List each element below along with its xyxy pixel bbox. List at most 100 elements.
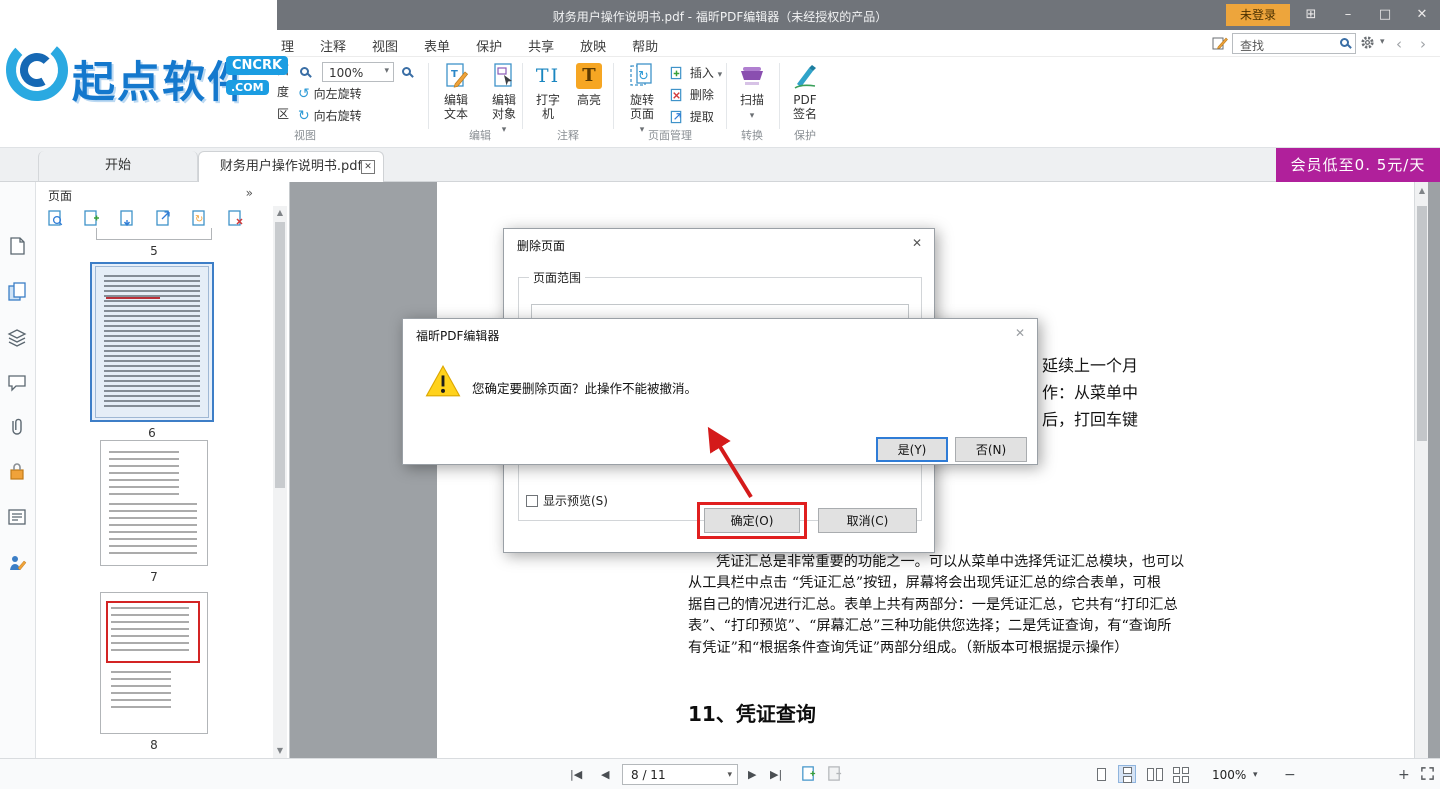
minimize-button[interactable]: – [1333,0,1363,30]
document-scrollbar[interactable]: ▲ [1414,182,1428,758]
extract-pages-button[interactable]: 提取 [670,107,714,127]
maximize-button[interactable]: □ [1370,0,1400,30]
search-input[interactable]: 查找 [1232,33,1356,54]
continuous-view-icon[interactable] [1118,765,1136,783]
foxit-pdf-editor-window: 财务用户操作说明书.pdf - 福昕PDF编辑器（未经授权的产品） 未登录 ⊞ … [0,0,1440,789]
layers-panel-icon[interactable] [7,328,29,350]
scroll-up-icon[interactable]: ▲ [1415,184,1429,198]
last-page-icon[interactable]: ▶| [770,768,782,781]
search-icon[interactable] [1340,38,1349,47]
rotate-left-icon: ↺ [298,86,310,102]
page-thumbnail-6-selected[interactable] [90,262,214,422]
document-scrollbar-thumb[interactable] [1417,206,1427,441]
scroll-down-icon[interactable]: ▼ [273,744,287,758]
fields-panel-icon[interactable] [7,507,29,529]
show-preview-checkbox[interactable]: 显示预览(S) [526,492,608,509]
page-thumbnail-7[interactable] [100,440,208,566]
insert-pages-button[interactable]: 插入 ▾ [670,63,722,83]
login-button[interactable]: 未登录 [1226,4,1290,26]
rotate-right-button[interactable]: ↻ 向右旋转 [298,106,362,126]
pages-panel-icon[interactable] [7,282,29,304]
tab-home[interactable]: 开始 [38,151,198,182]
gear-dropdown-icon[interactable]: ▾ [1380,37,1385,47]
gear-icon[interactable] [1360,35,1375,54]
ribbon-prev-icon[interactable]: ‹ [1396,35,1402,53]
delete-dialog-close-icon[interactable]: ✕ [912,236,922,250]
prev-view-icon[interactable] [800,765,817,785]
confirm-dialog-close-icon[interactable]: ✕ [1015,326,1025,340]
membership-ad-banner[interactable]: 会员低至0. 5元/天 [1276,148,1440,182]
page-text-fragment: 延续上一个月 [1042,352,1138,376]
pdf-sign-button[interactable]: PDF签名 [783,60,827,132]
cancel-button[interactable]: 取消(C) [818,508,917,533]
thumbnail-red-annotation-box [106,601,200,663]
page-options-icon[interactable] [46,209,66,229]
yes-button[interactable]: 是(Y) [876,437,948,462]
ribbon-next-icon[interactable]: › [1420,35,1426,53]
next-page-icon[interactable]: ▶ [748,768,756,781]
zoom-in-icon[interactable] [402,65,411,79]
menu-item-comment[interactable]: 注释 [307,30,359,57]
quick-find-icon[interactable] [1212,35,1228,55]
fit-width-button[interactable]: 度 [277,82,289,102]
delete-pages-button[interactable]: 删除 [670,85,714,105]
menu-item-help[interactable]: 帮助 [619,30,671,57]
facing-view-icon[interactable] [1145,765,1163,783]
panel-expand-icon[interactable]: » [246,186,253,200]
svg-text:T: T [451,69,458,80]
panel-scrollbar[interactable]: ▲ ▼ [273,206,287,758]
facing-continuous-view-icon[interactable] [1171,765,1189,783]
menu-item-present[interactable]: 放映 [567,30,619,57]
fullscreen-icon[interactable] [1420,766,1435,784]
close-window-button[interactable]: ✕ [1407,0,1437,30]
menu-item-view[interactable]: 视图 [359,30,411,57]
page-thumbnail-5[interactable] [96,228,212,240]
group-label-page-manage: 页面管理 [618,127,722,143]
zoom-in-button[interactable]: + [1398,767,1410,783]
menu-item-protect[interactable]: 保护 [463,30,515,57]
panel-scrollbar-thumb[interactable] [275,222,285,488]
checkbox-box[interactable] [526,495,538,507]
layout-grid-icon[interactable]: ⊞ [1296,0,1326,30]
page-number-combo[interactable]: 8 / 11 ▾ [622,764,738,785]
no-button[interactable]: 否(N) [955,437,1027,462]
signature-panel-icon[interactable] [7,553,29,575]
edit-object-icon [481,60,527,92]
zoom-combo[interactable]: 100% ▾ [322,62,394,82]
zoom-caret-icon[interactable]: ▾ [1253,770,1258,780]
menu-item-form[interactable]: 表单 [411,30,463,57]
comments-panel-icon[interactable] [7,373,29,395]
typewriter-button[interactable]: TI 打字机 [527,60,569,132]
prev-page-icon[interactable]: ◀ [601,768,609,781]
page-thumbnail-8[interactable] [100,592,208,734]
highlight-button[interactable]: T 高亮 [569,60,609,132]
document-tabbar: 开始 财务用户操作说明书.pdf ✕ ▼ [0,148,1440,182]
rotate-page-icon[interactable]: ↻ [190,209,210,229]
scan-button[interactable]: 扫描 ▾ [731,60,773,132]
tab-document-active[interactable]: 财务用户操作说明书.pdf ✕ [198,151,384,182]
fit-visible-button[interactable]: 区 [277,104,289,124]
zoom-out-button[interactable]: − [1284,767,1296,783]
edit-text-button[interactable]: T 编辑文本 [433,60,479,132]
menu-item-share[interactable]: 共享 [515,30,567,57]
scroll-up-icon[interactable]: ▲ [273,206,287,220]
attachments-panel-icon[interactable] [7,417,29,439]
edit-object-button[interactable]: 编辑对象 ▾ [481,60,527,132]
rotate-left-button[interactable]: ↺ 向左旋转 [298,84,362,104]
insert-page-icon[interactable] [82,209,102,229]
first-page-icon[interactable]: |◀ [570,768,582,781]
rotate-pages-button[interactable]: ↻ 旋转页面 ▾ [618,60,666,132]
zoom-level-label: 100% [1212,768,1246,782]
ribbon-separator [726,63,727,129]
delete-page-icon[interactable] [226,209,246,229]
tab-close-icon[interactable]: ✕ [361,160,375,174]
next-view-icon[interactable] [826,765,843,785]
export-page-icon[interactable] [118,209,138,229]
page-thumbnail-label: 5 [96,244,212,258]
zoom-out-icon[interactable] [300,65,309,79]
security-panel-icon[interactable] [7,461,29,483]
bookmarks-panel-icon[interactable] [7,236,29,258]
extract-page-icon[interactable] [154,209,174,229]
single-page-view-icon[interactable] [1092,765,1110,783]
page-text-fragment: 后，打回车键 [1042,406,1138,430]
